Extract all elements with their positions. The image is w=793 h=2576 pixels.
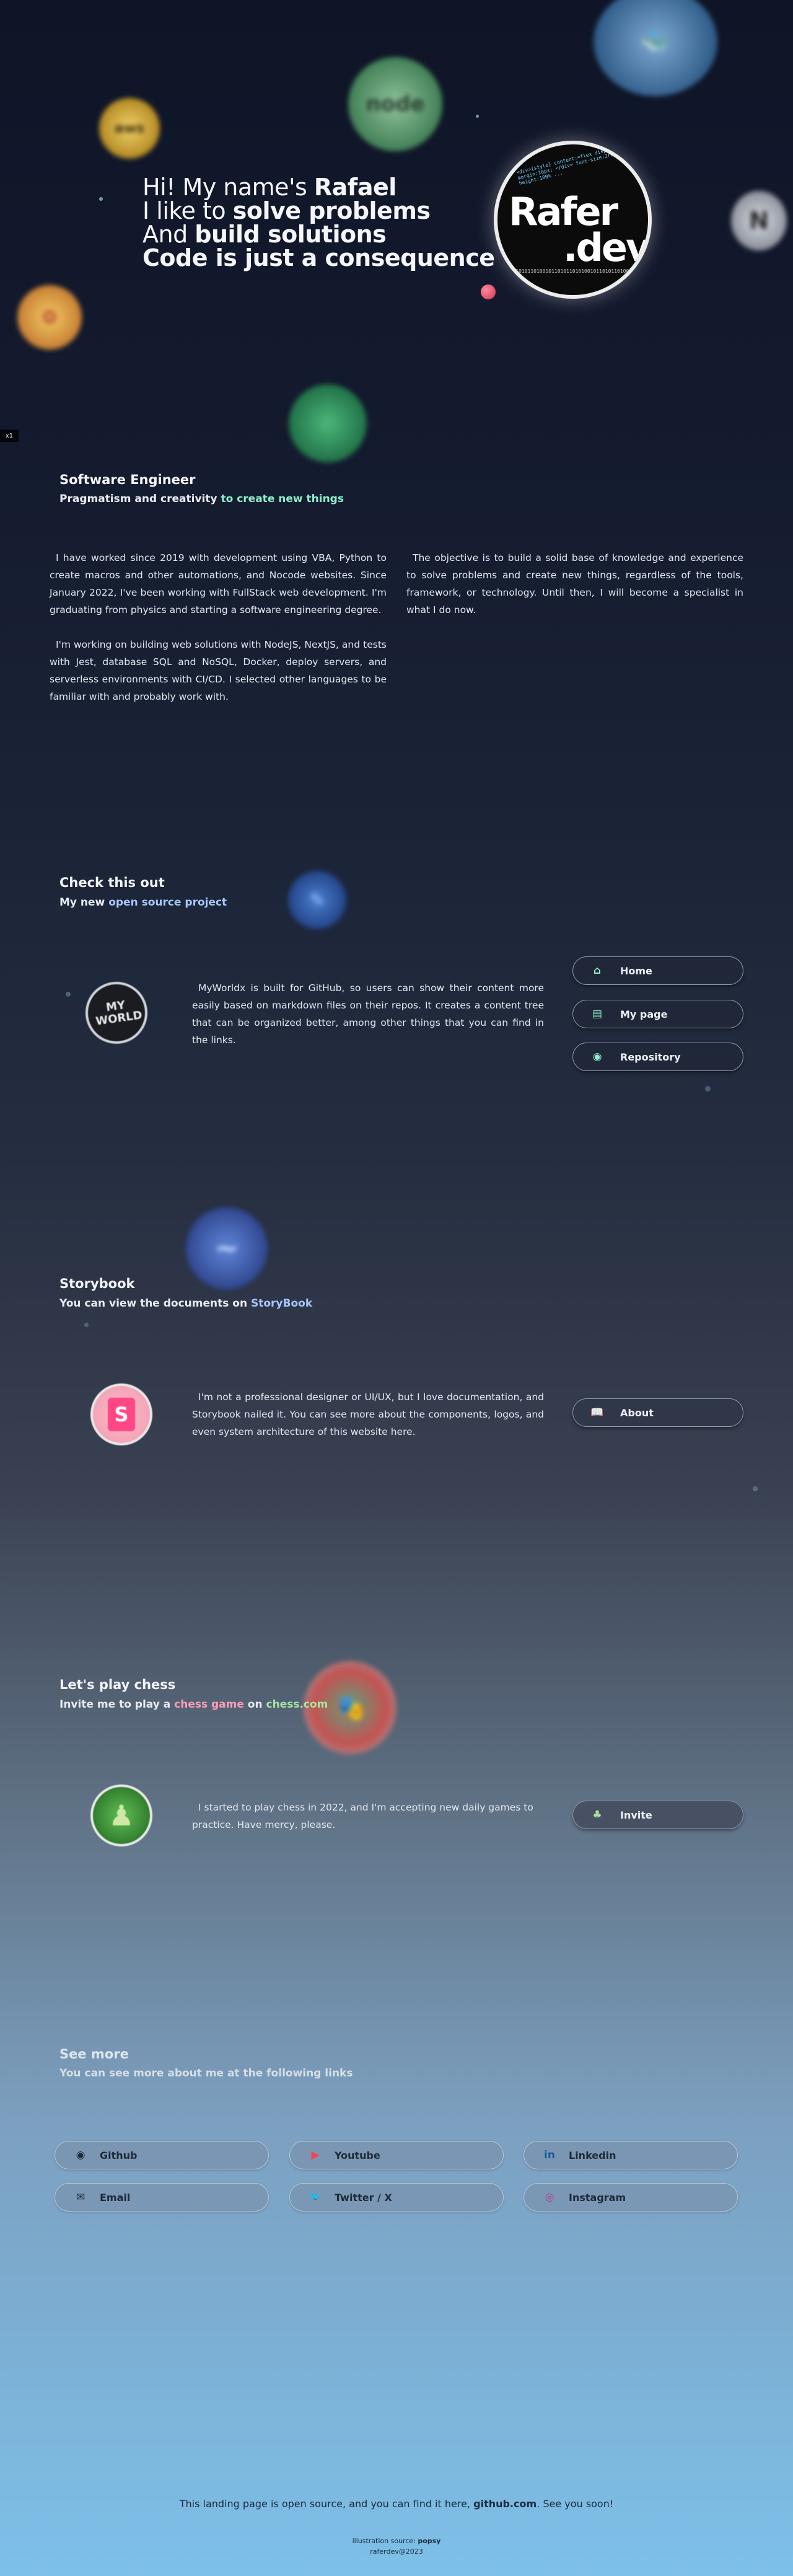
invite-button[interactable]: ♣ Invite bbox=[572, 1801, 743, 1829]
see-more-title: See more bbox=[59, 2047, 129, 2062]
email-link-label: Email bbox=[100, 2191, 131, 2203]
storybook-subtitle: You can view the documents on StoryBook bbox=[59, 1297, 312, 1310]
star-dot bbox=[753, 1486, 758, 1491]
project-subtitle-prefix: My new bbox=[59, 896, 109, 909]
chess-title: Let's play chess bbox=[59, 1677, 176, 1692]
chess-description: I started to play chess in 2022, and I'm… bbox=[192, 1802, 533, 1830]
star-dot bbox=[705, 1086, 711, 1092]
youtube-link-label: Youtube bbox=[335, 2149, 380, 2161]
hero-line-4-bold: Code is just a consequence bbox=[142, 244, 495, 271]
myworld-avatar: MY WORLD bbox=[85, 982, 147, 1044]
project-title: Check this out bbox=[59, 875, 165, 890]
twitter-link[interactable]: 🐦 Twitter / X bbox=[289, 2183, 504, 2212]
see-more-subtitle: You can see more about me at the followi… bbox=[59, 2067, 353, 2080]
illustration-prefix: illustration source: bbox=[352, 2537, 418, 2545]
home-icon: ⌂ bbox=[593, 964, 602, 977]
chess-subtitle-accent-1: chess game bbox=[174, 1698, 244, 1711]
storybook-description: I'm not a professional designer or UI/UX… bbox=[192, 1392, 544, 1437]
about-subtitle: Pragmatism and creativity to create new … bbox=[59, 493, 344, 505]
twitter-link-label: Twitter / X bbox=[335, 2191, 392, 2203]
chess-subtitle-prefix: Invite me to play a bbox=[59, 1698, 175, 1711]
instagram-link-label: Instagram bbox=[569, 2191, 626, 2203]
illustration-credit: illustration source: popsy bbox=[0, 2537, 793, 2545]
project-subtitle-accent: open source project bbox=[108, 896, 227, 909]
rafer-dev-logo: <div>{style} content:=flex display; marg… bbox=[494, 141, 652, 299]
star-dot bbox=[476, 115, 479, 118]
linkedin-link[interactable]: in Linkedin bbox=[524, 2141, 738, 2169]
zoom-badge[interactable]: x1 bbox=[0, 430, 19, 442]
github-link-label: Github bbox=[100, 2149, 138, 2161]
storybook-logo: S bbox=[108, 1398, 135, 1431]
book-icon: 📖 bbox=[590, 1406, 604, 1419]
about-paragraph-3: The objective is to build a solid base o… bbox=[406, 552, 743, 615]
logo-code-texture: <div>{style} content:=flex display; marg… bbox=[515, 144, 620, 187]
nextjs-icon: N bbox=[731, 191, 787, 250]
footer-github-link[interactable]: github.com bbox=[473, 2498, 537, 2510]
chess-subtitle: Invite me to play a chess game on chess.… bbox=[59, 1698, 328, 1711]
redux-icon: ⚙ bbox=[17, 285, 82, 350]
chess-subtitle-accent-2: chess.com bbox=[266, 1698, 328, 1711]
instagram-link[interactable]: ◎ Instagram bbox=[524, 2183, 738, 2212]
about-subtitle-prefix: Pragmatism and creativity bbox=[59, 493, 221, 505]
about-button-label: About bbox=[620, 1406, 654, 1419]
footer-prefix: This landing page is open source, and yo… bbox=[179, 2498, 474, 2510]
storybook-avatar: S bbox=[90, 1383, 152, 1445]
chess-pawn-icon: ♟ bbox=[108, 1799, 134, 1832]
star-dot bbox=[99, 197, 103, 201]
project-description: MyWorldx is built for GitHub, so users c… bbox=[192, 982, 544, 1046]
about-paragraph-2: I'm working on building web solutions wi… bbox=[50, 639, 387, 702]
illustration-source-link[interactable]: popsy bbox=[418, 2537, 440, 2545]
hero-line-4: Code is just a consequence bbox=[142, 246, 495, 270]
green-ball-icon bbox=[289, 384, 367, 462]
footer-text: This landing page is open source, and yo… bbox=[0, 2498, 793, 2510]
logo-text-line-2: .dev bbox=[563, 225, 649, 270]
footer-suffix: . See you soon! bbox=[537, 2498, 614, 2510]
node-icon: node bbox=[348, 57, 442, 151]
tree-icon: ♣ bbox=[592, 1809, 602, 1821]
github-link[interactable]: ◉ Github bbox=[55, 2141, 269, 2169]
star-dot bbox=[66, 992, 71, 997]
about-paragraph-1: I have worked since 2019 with developmen… bbox=[50, 552, 387, 615]
linkedin-icon: in bbox=[544, 2149, 555, 2161]
hero-line-3: And build solutions bbox=[142, 223, 495, 246]
tailwind-icon: ~ bbox=[186, 1207, 268, 1289]
repository-button-label: Repository bbox=[620, 1051, 681, 1063]
logo-binary-texture: 0101101011010010110101101010010110101101… bbox=[504, 268, 652, 274]
about-button[interactable]: 📖 About bbox=[572, 1398, 743, 1427]
aws-icon: aws bbox=[99, 98, 160, 159]
copyright: raferdev@2023 bbox=[370, 2547, 423, 2556]
storybook-title: Storybook bbox=[59, 1276, 135, 1291]
hero-line-2: I like to solve problems bbox=[142, 199, 495, 223]
home-button[interactable]: ⌂ Home bbox=[572, 956, 743, 985]
youtube-icon: ▶ bbox=[311, 2149, 320, 2161]
hero-line-1: Hi! My name's Rafael bbox=[142, 175, 495, 199]
page-icon: ▤ bbox=[592, 1008, 603, 1020]
storybook-subtitle-accent: StoryBook bbox=[251, 1297, 313, 1310]
my-page-button-label: My page bbox=[620, 1008, 668, 1020]
hero-heading: Hi! My name's Rafael I like to solve pro… bbox=[142, 175, 495, 270]
email-icon: ✉ bbox=[76, 2191, 85, 2203]
invite-button-label: Invite bbox=[620, 1809, 652, 1821]
my-page-button[interactable]: ▤ My page bbox=[572, 1000, 743, 1028]
about-title: Software Engineer bbox=[59, 472, 196, 487]
red-dot-icon bbox=[481, 285, 496, 299]
project-subtitle: My new open source project bbox=[59, 896, 227, 909]
pencil-icon: ✎ bbox=[288, 871, 346, 929]
linkedin-link-label: Linkedin bbox=[569, 2149, 616, 2161]
myworld-avatar-text: MY WORLD bbox=[95, 999, 143, 1028]
chess-subtitle-mid: on bbox=[243, 1698, 266, 1711]
chess-avatar: ♟ bbox=[90, 1784, 152, 1846]
github-icon: ◉ bbox=[592, 1051, 602, 1063]
about-subtitle-accent: to create new things bbox=[221, 493, 344, 505]
email-link[interactable]: ✉ Email bbox=[55, 2183, 269, 2212]
docker-icon: 🐳 bbox=[594, 0, 717, 96]
star-dot bbox=[84, 1323, 89, 1327]
github-icon: ◉ bbox=[76, 2149, 85, 2161]
storybook-subtitle-prefix: You can view the documents on bbox=[59, 1297, 251, 1310]
twitter-icon: 🐦 bbox=[309, 2191, 322, 2203]
instagram-icon: ◎ bbox=[545, 2191, 554, 2203]
repository-button[interactable]: ◉ Repository bbox=[572, 1043, 743, 1071]
youtube-link[interactable]: ▶ Youtube bbox=[289, 2141, 504, 2169]
home-button-label: Home bbox=[620, 964, 652, 977]
